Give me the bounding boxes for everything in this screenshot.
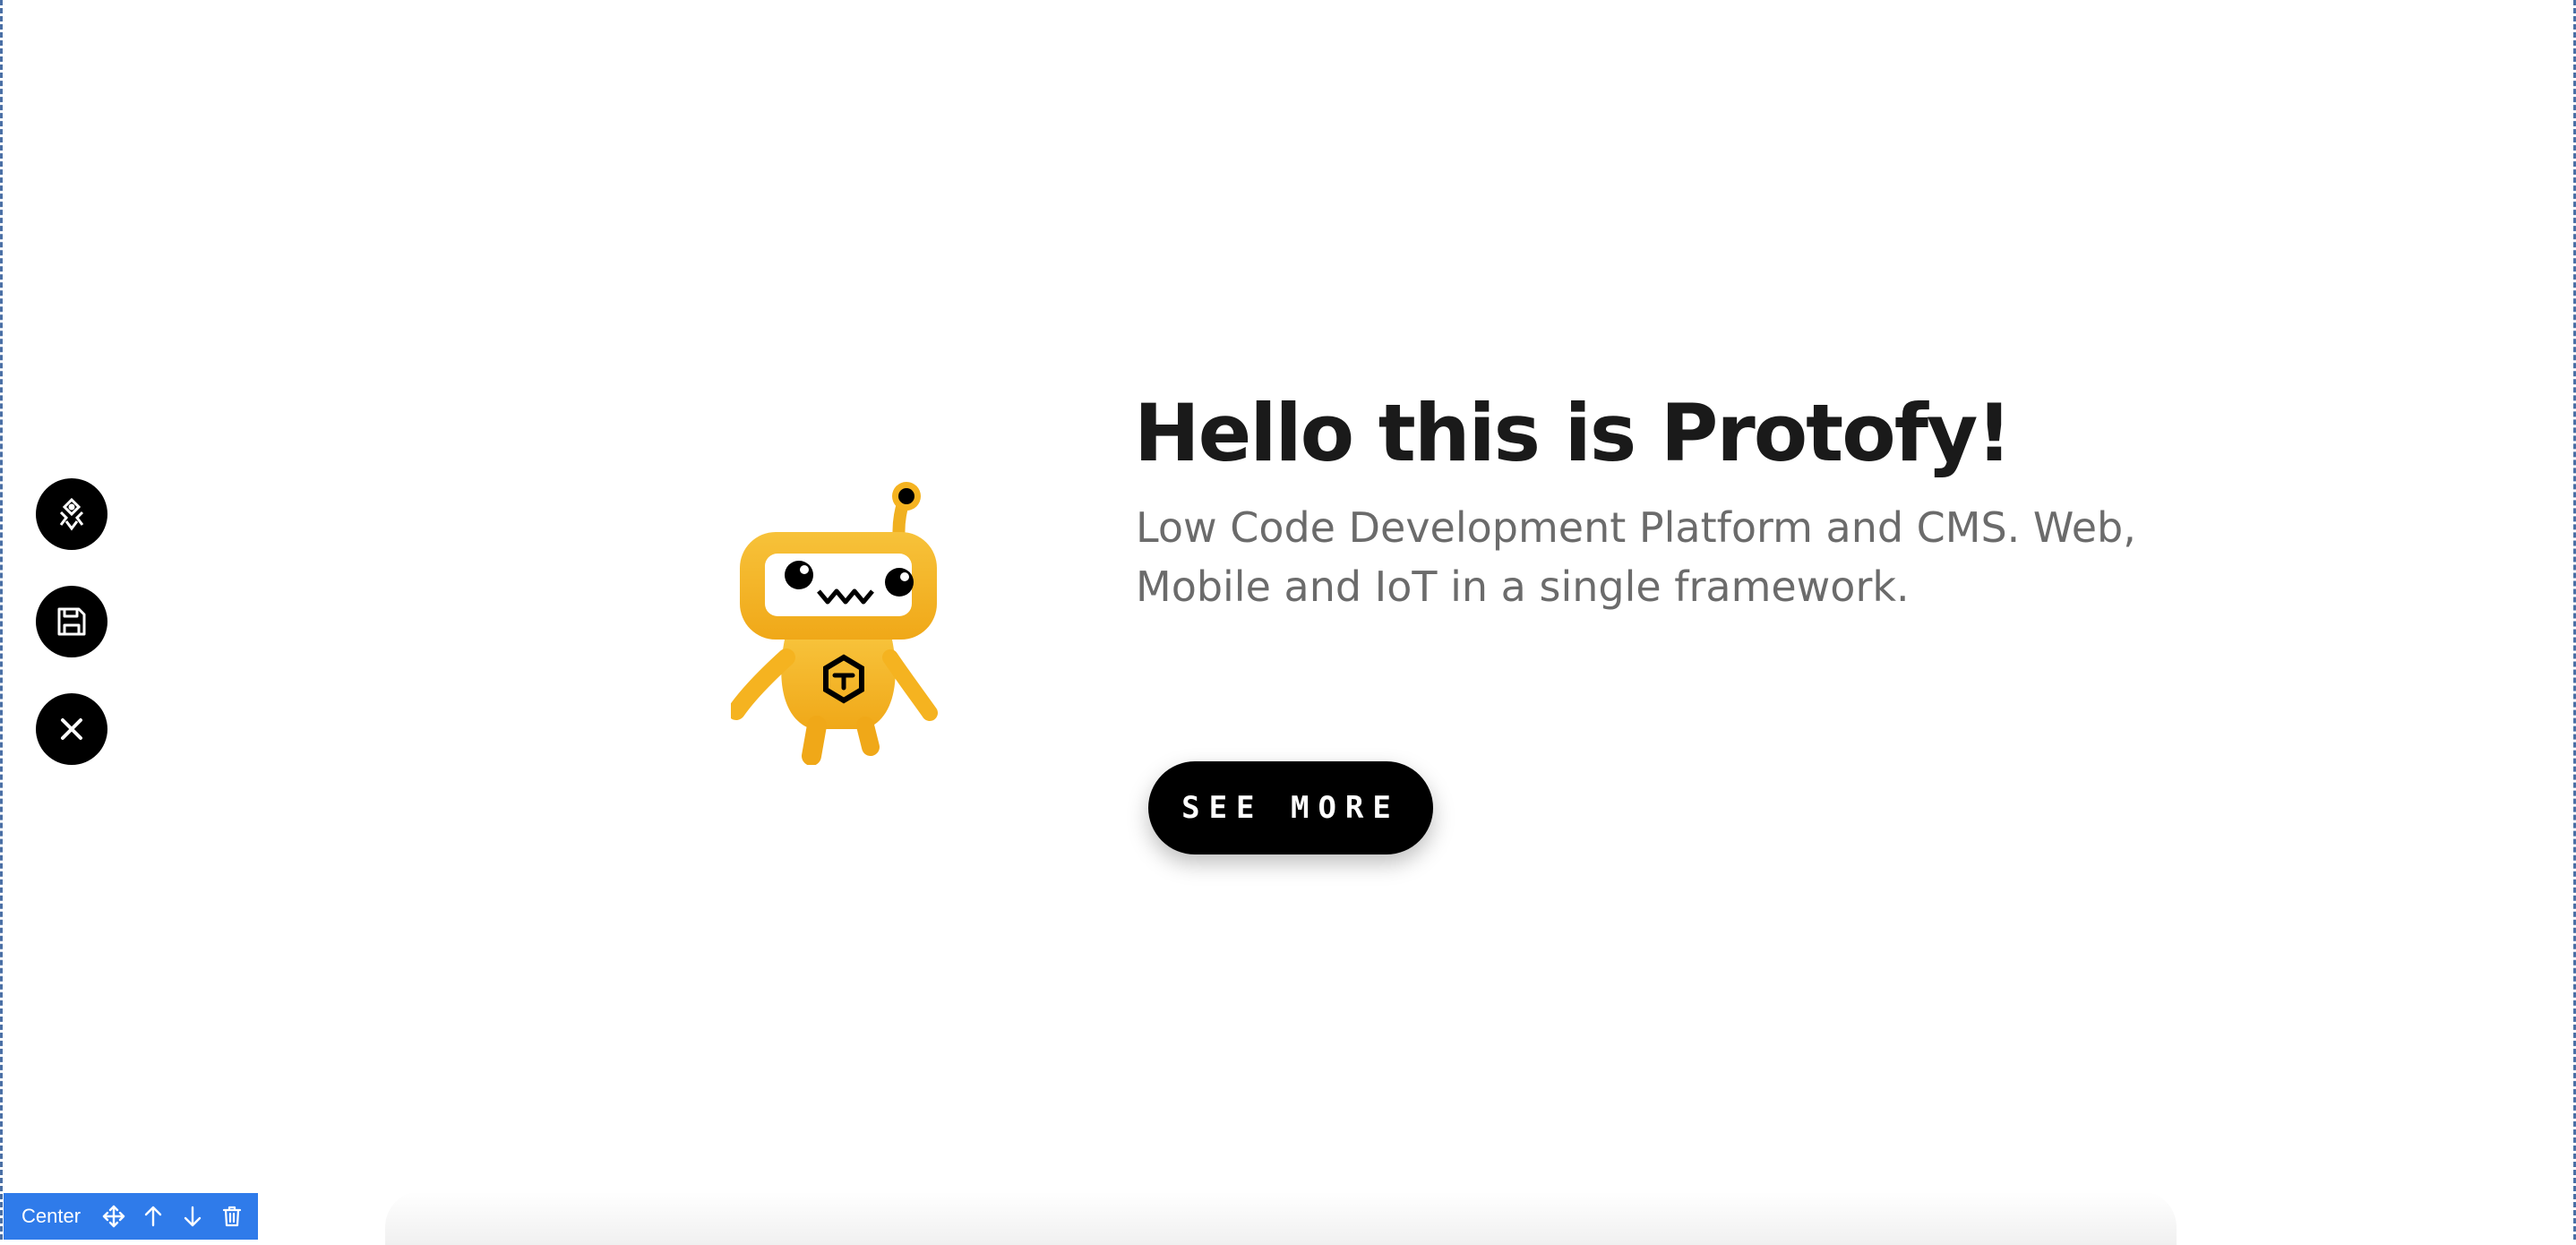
protofy-robot-mascot bbox=[731, 482, 938, 765]
hero-title: Hello this is Protofy! bbox=[1134, 387, 2012, 479]
side-toolbar bbox=[36, 478, 107, 765]
trash-icon[interactable] bbox=[219, 1203, 245, 1230]
arrow-up-icon[interactable] bbox=[140, 1203, 167, 1230]
block-toolbar: Center bbox=[4, 1193, 258, 1240]
editor-frame-border bbox=[0, 0, 2576, 1240]
hero-subtitle: Low Code Development Platform and CMS. W… bbox=[1136, 503, 2136, 611]
block-toolbar-label: Center bbox=[21, 1205, 82, 1227]
protofy-logo-icon bbox=[59, 497, 84, 531]
see-more-button[interactable]: SEE MORE bbox=[1148, 761, 1433, 854]
move-icon[interactable] bbox=[100, 1203, 127, 1230]
save-icon bbox=[57, 607, 86, 636]
arrow-down-icon[interactable] bbox=[179, 1203, 206, 1230]
next-section-edge bbox=[385, 1191, 2177, 1245]
close-icon bbox=[61, 718, 82, 740]
protofy-logo-button[interactable] bbox=[36, 478, 107, 550]
save-button[interactable] bbox=[36, 586, 107, 657]
close-button[interactable] bbox=[36, 693, 107, 765]
